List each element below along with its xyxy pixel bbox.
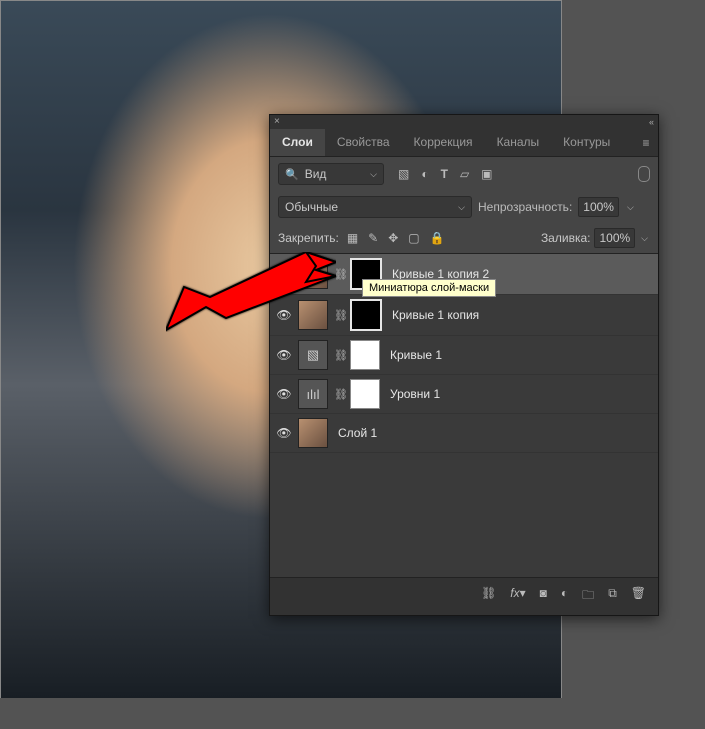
layer-name[interactable]: Уровни 1 xyxy=(390,387,440,401)
layer-name[interactable]: Слой 1 xyxy=(338,426,377,440)
layers-panel: × « Слои Свойства Коррекция Каналы Конту… xyxy=(269,114,659,616)
filter-adjustment-icon[interactable]: ◐ xyxy=(421,167,428,181)
visibility-toggle[interactable]: 👁 xyxy=(276,426,292,440)
filter-smart-icon[interactable]: ▣ xyxy=(481,167,492,181)
layer-thumbnail[interactable] xyxy=(298,259,328,289)
layer-mask-thumbnail[interactable] xyxy=(350,299,382,331)
link-icon[interactable]: ⛓ xyxy=(334,309,344,322)
filter-toggle[interactable] xyxy=(638,166,650,182)
panel-tabs: Слои Свойства Коррекция Каналы Контуры ≡ xyxy=(270,129,658,157)
filter-shape-icon[interactable]: ▱ xyxy=(460,167,469,181)
tab-layers[interactable]: Слои xyxy=(270,129,325,156)
workspace-bg xyxy=(0,698,705,729)
tab-corrections[interactable]: Коррекция xyxy=(402,129,485,156)
lock-label: Закрепить: xyxy=(278,231,339,245)
layer-name[interactable]: Кривые 1 копия xyxy=(392,308,479,322)
new-group-icon[interactable]: 🗀 xyxy=(582,586,594,607)
link-icon[interactable]: ⛓ xyxy=(334,388,344,401)
layer-thumbnail[interactable] xyxy=(298,300,328,330)
panel-footer: ⛓ fx▾ ◙ ◐ 🗀 ⧉ 🗑 xyxy=(270,577,658,615)
panel-menu-icon[interactable]: ≡ xyxy=(634,129,658,156)
lock-pixels-icon[interactable]: ✎ xyxy=(368,231,378,245)
visibility-toggle[interactable]: 👁 xyxy=(276,387,292,401)
link-icon[interactable]: ⛓ xyxy=(334,268,344,281)
tab-paths[interactable]: Контуры xyxy=(551,129,622,156)
link-icon[interactable]: ⛓ xyxy=(334,349,344,362)
opacity-value[interactable]: 100% xyxy=(578,197,619,217)
add-adjustment-icon[interactable]: ◐ xyxy=(561,586,568,607)
blend-row: Обычные ⌵ Непрозрачность: 100% ⌵ xyxy=(270,191,658,223)
close-icon[interactable]: × xyxy=(274,117,280,127)
fill-value[interactable]: 100% xyxy=(594,228,635,248)
chevron-down-icon: ⌵ xyxy=(370,169,377,180)
blend-mode-dropdown[interactable]: Обычные ⌵ xyxy=(278,196,472,218)
filter-kind-dropdown[interactable]: 🔍 Вид ⌵ xyxy=(278,163,384,185)
search-icon: 🔍 xyxy=(285,168,299,181)
filter-pixel-icon[interactable]: ▧ xyxy=(398,167,409,181)
layer-mask-thumbnail[interactable] xyxy=(350,340,380,370)
lock-position-icon[interactable]: ✥ xyxy=(388,231,398,245)
filter-kind-label: Вид xyxy=(305,167,327,181)
layer-row[interactable]: 👁 ⛓ Кривые 1 копия xyxy=(270,295,658,336)
chevron-down-icon: ⌵ xyxy=(458,202,465,213)
layer-row[interactable]: 👁 ılıl ⛓ Уровни 1 xyxy=(270,375,658,414)
add-mask-icon[interactable]: ◙ xyxy=(540,586,547,607)
layer-row[interactable]: 👁 Слой 1 xyxy=(270,414,658,453)
adjustment-thumbnail[interactable]: ılıl xyxy=(298,379,328,409)
delete-layer-icon[interactable]: 🗑 xyxy=(631,586,646,607)
link-layers-icon[interactable]: ⛓ xyxy=(481,586,496,607)
layer-thumbnail[interactable] xyxy=(298,418,328,448)
tab-channels[interactable]: Каналы xyxy=(485,129,552,156)
layers-list: 👁 ⛓ Кривые 1 копия 2 👁 ⛓ Кривые 1 копия … xyxy=(270,254,658,577)
visibility-toggle[interactable]: 👁 xyxy=(276,267,292,281)
collapse-icon[interactable]: « xyxy=(649,117,654,127)
chevron-down-icon[interactable]: ⌵ xyxy=(625,202,636,213)
opacity-label[interactable]: Непрозрачность: xyxy=(478,200,572,214)
tooltip: Миниатюра слой-маски xyxy=(362,279,496,297)
filter-bar: 🔍 Вид ⌵ ▧ ◐ T ▱ ▣ xyxy=(270,157,658,191)
visibility-toggle[interactable]: 👁 xyxy=(276,348,292,362)
lock-all-icon[interactable]: 🔒 xyxy=(430,231,445,245)
filter-type-icon[interactable]: T xyxy=(441,167,448,181)
lock-row: Закрепить: ▦ ✎ ✥ ▢ 🔒 Заливка: 100% ⌵ xyxy=(270,223,658,254)
layer-name[interactable]: Кривые 1 xyxy=(390,348,442,362)
blend-mode-value: Обычные xyxy=(285,200,338,214)
panel-titlebar[interactable]: × « xyxy=(270,115,658,129)
fill-label[interactable]: Заливка: xyxy=(541,231,591,245)
adjustment-thumbnail[interactable]: ▧ xyxy=(298,340,328,370)
layer-mask-thumbnail[interactable] xyxy=(350,379,380,409)
visibility-toggle[interactable]: 👁 xyxy=(276,308,292,322)
new-layer-icon[interactable]: ⧉ xyxy=(608,586,617,607)
chevron-down-icon[interactable]: ⌵ xyxy=(639,233,650,244)
lock-transparency-icon[interactable]: ▦ xyxy=(347,231,358,245)
lock-artboard-icon[interactable]: ▢ xyxy=(408,231,419,245)
layer-fx-icon[interactable]: fx▾ xyxy=(510,586,525,607)
layer-row[interactable]: 👁 ▧ ⛓ Кривые 1 xyxy=(270,336,658,375)
tab-properties[interactable]: Свойства xyxy=(325,129,402,156)
